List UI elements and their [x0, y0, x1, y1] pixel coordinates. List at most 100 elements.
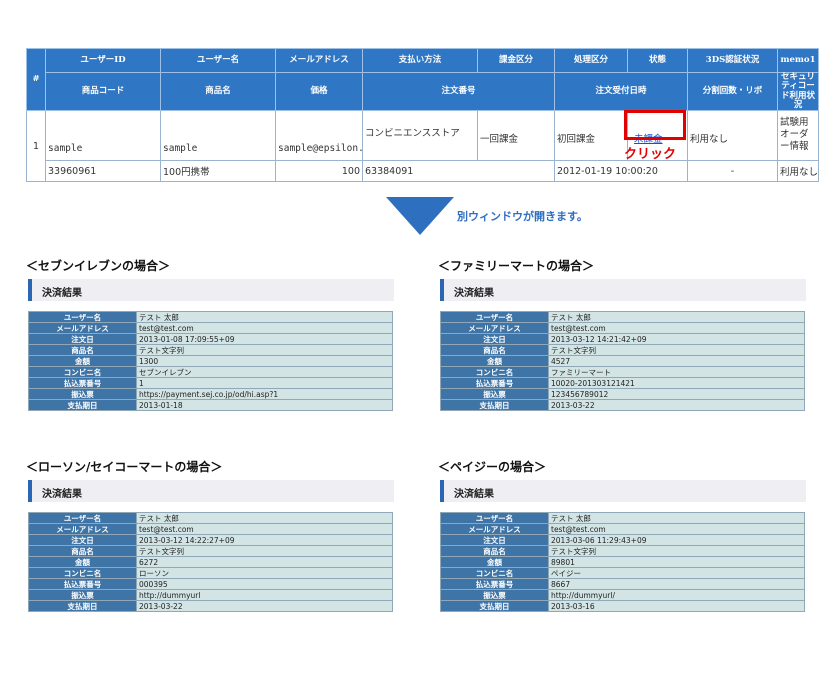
result-row: 金額 1300 [28, 355, 393, 367]
result-row: 払込票番号 10020-201303121421 [440, 377, 805, 389]
cell-memo1: 試験用オーダー情報 [777, 110, 819, 162]
cell-product-name: 100円携帯 [160, 160, 276, 183]
order-table: # ユーザーID ユーザー名 メールアドレス 支払い方法 課金区分 処理区分 状… [26, 47, 840, 183]
cell-3ds: 利用なし [687, 110, 778, 162]
result-row: 注文日 2013-03-06 11:29:43+09 [440, 534, 805, 546]
result-value: test@test.com [136, 523, 393, 535]
result-value: http://dummyurl/ [548, 589, 805, 601]
result-value: セブンイレブン [136, 366, 393, 378]
result-row: 金額 4527 [440, 355, 805, 367]
result-key: コンビニ名 [28, 567, 137, 579]
result-value: https://payment.sej.co.jp/od/hi.asp?1 [136, 388, 393, 400]
panel-title: ＜ペイジーの場合＞ [438, 460, 547, 474]
result-key: メールアドレス [28, 523, 137, 535]
result-key: 商品名 [440, 344, 549, 356]
result-value: テスト文字列 [548, 344, 805, 356]
result-section-header: 決済結果 [28, 480, 394, 502]
result-key: ユーザー名 [28, 311, 137, 323]
result-row: 商品名 テスト文字列 [28, 344, 393, 356]
result-key: 振込票 [28, 589, 137, 601]
result-key: 振込票 [28, 388, 137, 400]
result-value: 123456789012 [548, 388, 805, 400]
row-index: 1 [26, 110, 46, 183]
result-table: ユーザー名 テスト 太郎 メールアドレス test@test.com 注文日 2013-0… [28, 311, 393, 411]
header-product-code: 商品コード [45, 71, 161, 112]
result-value: 2013-01-08 17:09:55+09 [136, 333, 393, 345]
result-key: 払込票番号 [28, 578, 137, 590]
result-row: 注文日 2013-01-08 17:09:55+09 [28, 333, 393, 345]
result-value: 8667 [548, 578, 805, 590]
result-value: ペイジー [548, 567, 805, 579]
result-key: 注文日 [440, 534, 549, 546]
result-row: 振込票 https://payment.sej.co.jp/od/hi.asp?1 [28, 388, 393, 400]
result-key: 商品名 [28, 545, 137, 557]
result-value: test@test.com [136, 322, 393, 334]
header-order-datetime: 注文受付日時 [554, 71, 688, 112]
result-row: 商品名 テスト文字列 [440, 545, 805, 557]
result-key: 金額 [28, 556, 137, 568]
result-row: 振込票 123456789012 [440, 388, 805, 400]
header-product-name: 商品名 [160, 71, 276, 112]
result-table: ユーザー名 テスト 太郎 メールアドレス test@test.com 注文日 2013-0… [440, 512, 805, 612]
down-arrow-icon [386, 197, 454, 235]
result-table: ユーザー名 テスト 太郎 メールアドレス test@test.com 注文日 2013-0… [440, 311, 805, 411]
cell-payment-method: コンビニエンスストア [362, 110, 478, 162]
result-row: 支払期日 2013-01-18 [28, 399, 393, 411]
panel-title: ＜セブンイレブンの場合＞ [26, 259, 171, 273]
cell-product-code: 33960961 [45, 160, 161, 183]
result-row: ユーザー名 テスト 太郎 [28, 311, 393, 323]
panel-title: ＜ファミリーマートの場合＞ [438, 259, 595, 273]
result-value: 2013-03-12 14:21:42+09 [548, 333, 805, 345]
result-key: ユーザー名 [440, 512, 549, 524]
result-row: 振込票 http://dummyurl [28, 589, 393, 601]
result-row: 金額 6272 [28, 556, 393, 568]
cell-price: 100 [275, 160, 363, 183]
result-key: 支払期日 [28, 399, 137, 411]
result-value: 000395 [136, 578, 393, 590]
result-key: コンビニ名 [440, 567, 549, 579]
result-value: ファミリーマート [548, 366, 805, 378]
result-row: コンビニ名 ペイジー [440, 567, 805, 579]
result-section-header: 決済結果 [440, 480, 806, 502]
result-key: 注文日 [440, 333, 549, 345]
result-value: テスト 太郎 [136, 512, 393, 524]
click-highlight-box [624, 110, 686, 140]
cell-user-id: sample [45, 110, 161, 162]
result-value: 89801 [548, 556, 805, 568]
header-installments: 分割回数・リボ [687, 71, 778, 112]
result-row: ユーザー名 テスト 太郎 [440, 311, 805, 323]
result-key: 金額 [440, 556, 549, 568]
header-process-type: 処理区分 [554, 48, 628, 73]
cell-order-number: 63384091 [362, 160, 555, 183]
result-value: テスト 太郎 [548, 311, 805, 323]
result-row: コンビニ名 セブンイレブン [28, 366, 393, 378]
result-key: 払込票番号 [440, 578, 549, 590]
header-status: 状態 [627, 48, 688, 73]
header-user-name: ユーザー名 [160, 48, 276, 73]
result-key: ユーザー名 [440, 311, 549, 323]
result-value: 10020-201303121421 [548, 377, 805, 389]
result-row: ユーザー名 テスト 太郎 [440, 512, 805, 524]
result-value: テスト文字列 [136, 545, 393, 557]
result-row: 注文日 2013-03-12 14:22:27+09 [28, 534, 393, 546]
result-value: ローソン [136, 567, 393, 579]
header-user-id: ユーザーID [45, 48, 161, 73]
click-label: クリック [624, 147, 677, 162]
result-value: 2013-03-12 14:22:27+09 [136, 534, 393, 546]
result-key: 払込票番号 [28, 377, 137, 389]
result-row: 支払期日 2013-03-22 [28, 600, 393, 612]
result-value: 2013-03-16 [548, 600, 805, 612]
result-value: 6272 [136, 556, 393, 568]
result-key: メールアドレス [440, 322, 549, 334]
result-key: 注文日 [28, 534, 137, 546]
result-value: 2013-03-22 [548, 399, 805, 411]
result-value: test@test.com [548, 523, 805, 535]
table-row: 1 sample sample sample@epsilon.jp コンビニエン… [26, 110, 819, 183]
cell-security-code: 利用なし [777, 160, 819, 183]
header-email: メールアドレス [275, 48, 363, 73]
result-value: http://dummyurl [136, 589, 393, 601]
result-section-header: 決済結果 [28, 279, 394, 301]
panel-title: ＜ローソン/セイコーマートの場合＞ [26, 460, 223, 474]
row-number-header: # [26, 47, 46, 112]
cell-order-datetime: 2012-01-19 10:00:20 [554, 160, 688, 183]
